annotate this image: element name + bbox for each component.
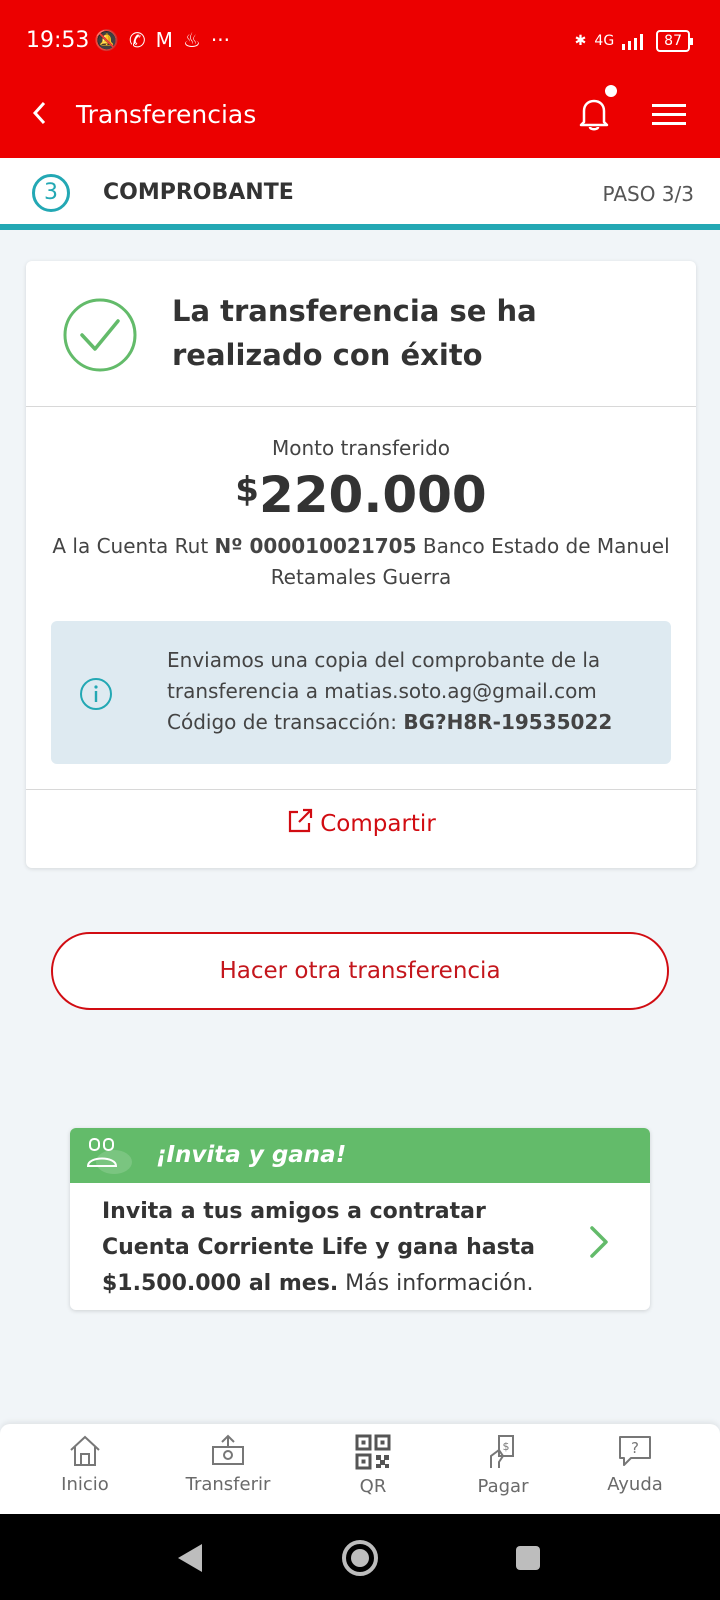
dest-account-number: Nº 000010021705 bbox=[214, 534, 417, 558]
qr-icon bbox=[355, 1434, 391, 1470]
dest-prefix: A la Cuenta Rut bbox=[52, 534, 215, 558]
share-button[interactable]: Compartir bbox=[26, 807, 696, 837]
transaction-code: Código de transacción: BG?H8R-19535022 bbox=[167, 707, 612, 738]
promo-more-info-link[interactable]: Más información. bbox=[338, 1271, 533, 1296]
svg-text:$: $ bbox=[503, 1440, 510, 1453]
amount-number: 220.000 bbox=[258, 466, 487, 524]
whatsapp-icon: ✆ bbox=[128, 28, 146, 52]
promo-banner[interactable]: ¡Invita y gana! Invita a tus amigos a co… bbox=[70, 1128, 650, 1310]
nav-item-transferir[interactable]: Transferir bbox=[173, 1434, 283, 1495]
battery-icon: 87 bbox=[656, 30, 693, 52]
share-label: Compartir bbox=[320, 811, 436, 837]
help-icon: ? bbox=[619, 1436, 651, 1466]
step-progress: PASO 3/3 bbox=[602, 182, 694, 206]
amount-label: Monto transferido bbox=[271, 436, 451, 460]
back-icon[interactable] bbox=[30, 98, 50, 136]
gmail-icon: M bbox=[155, 28, 173, 52]
nav-label: Transferir bbox=[185, 1474, 271, 1495]
home-icon bbox=[70, 1435, 100, 1466]
system-status: ✱ 4G 87 bbox=[574, 30, 693, 52]
info-text: Enviamos una copia del comprobante de la… bbox=[167, 645, 612, 738]
pay-icon: $ bbox=[490, 1435, 514, 1468]
success-check-icon bbox=[62, 297, 138, 377]
system-home-icon[interactable] bbox=[340, 1538, 380, 1578]
app-bar: Transferencias bbox=[0, 80, 720, 158]
info-line-2: transferencia a matias.soto.ag@gmail.com bbox=[167, 679, 597, 703]
divider bbox=[26, 789, 696, 790]
step-label: COMPROBANTE bbox=[103, 180, 294, 205]
info-line-1: Enviamos una copia del comprobante de la bbox=[167, 648, 601, 672]
status-bar: 19:53 🔕 ✆ M ♨ ··· ✱ 4G 87 bbox=[0, 0, 720, 80]
santander-icon: ♨ bbox=[182, 28, 201, 52]
friends-icon bbox=[86, 1136, 136, 1180]
svg-text:?: ? bbox=[631, 1439, 639, 1457]
page-title: Transferencias bbox=[76, 100, 257, 129]
success-message: La transferencia se ha realizado con éxi… bbox=[172, 294, 537, 372]
notification-dot-icon bbox=[605, 85, 617, 97]
hamburger-menu-icon[interactable] bbox=[652, 102, 686, 132]
receipt-card: La transferencia se ha realizado con éxi… bbox=[26, 261, 696, 868]
info-box: Enviamos una copia del comprobante de la… bbox=[51, 621, 671, 764]
nav-label: Pagar bbox=[477, 1476, 529, 1497]
nav-item-qr[interactable]: QR bbox=[318, 1434, 428, 1497]
step-number: 3 bbox=[32, 174, 70, 212]
destination-account: A la Cuenta Rut Nº 000010021705 Banco Es… bbox=[46, 531, 676, 593]
transfer-icon bbox=[212, 1434, 244, 1465]
nav-item-inicio[interactable]: Inicio bbox=[30, 1434, 140, 1495]
nav-item-ayuda[interactable]: ? Ayuda bbox=[580, 1434, 690, 1495]
notifications-bell-icon[interactable] bbox=[578, 96, 610, 136]
divider bbox=[26, 406, 696, 407]
share-icon bbox=[289, 808, 313, 833]
more-notifications-icon: ··· bbox=[210, 28, 230, 52]
chevron-right-icon[interactable] bbox=[588, 1224, 610, 1264]
mute-icon: 🔕 bbox=[94, 28, 119, 52]
notification-icons: 🔕 ✆ M ♨ ··· bbox=[94, 28, 230, 52]
system-navigation-bar bbox=[0, 1514, 720, 1600]
transaction-code-value: BG?H8R-19535022 bbox=[403, 710, 613, 734]
bluetooth-icon: ✱ bbox=[574, 33, 587, 49]
promo-text: Invita a tus amigos a contratar Cuenta C… bbox=[102, 1194, 572, 1302]
nav-label: Ayuda bbox=[607, 1474, 663, 1495]
promo-header: ¡Invita y gana! bbox=[70, 1128, 650, 1183]
info-icon bbox=[79, 677, 113, 715]
network-type: 4G bbox=[594, 33, 615, 49]
nav-label: Inicio bbox=[61, 1474, 109, 1495]
another-transfer-button[interactable]: Hacer otra transferencia bbox=[51, 932, 669, 1010]
system-back-icon[interactable] bbox=[176, 1542, 204, 1574]
promo-title: ¡Invita y gana! bbox=[156, 1142, 347, 1168]
amount-value: $220.000 bbox=[26, 466, 696, 524]
step-header: 3 COMPROBANTE PASO 3/3 bbox=[0, 158, 720, 230]
bottom-navigation: Inicio Transferir QR $ Pagar ? Ayuda bbox=[0, 1424, 720, 1514]
currency-symbol: $ bbox=[235, 470, 259, 510]
nav-label: QR bbox=[359, 1476, 387, 1497]
signal-icon bbox=[622, 34, 644, 50]
transaction-code-label: Código de transacción: bbox=[167, 710, 404, 734]
nav-item-pagar[interactable]: $ Pagar bbox=[448, 1434, 558, 1497]
system-recents-icon[interactable] bbox=[514, 1544, 542, 1572]
status-time: 19:53 bbox=[26, 28, 90, 53]
